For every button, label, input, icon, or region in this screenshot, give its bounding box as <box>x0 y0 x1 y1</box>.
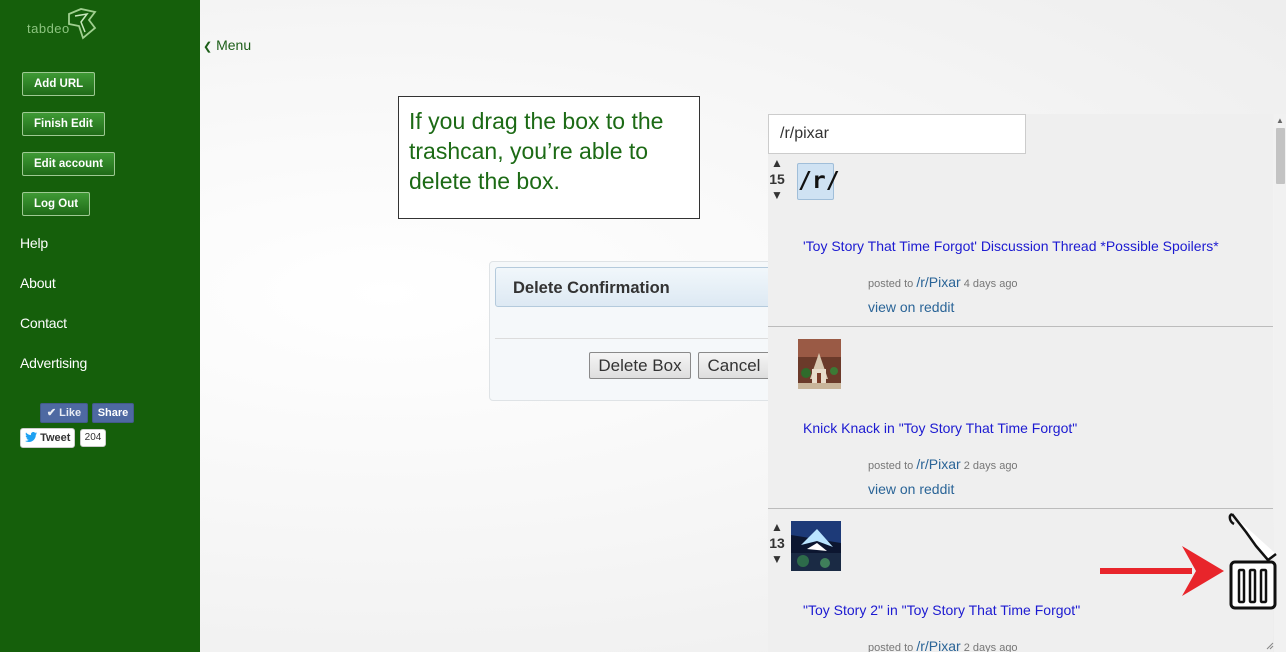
subreddit-link[interactable]: /r/Pixar <box>916 638 960 652</box>
post-title-link[interactable]: "Toy Story 2" in "Toy Story That Time Fo… <box>803 602 1080 618</box>
resize-handle-icon[interactable] <box>1264 640 1274 650</box>
menu-toggle[interactable]: ❮ Menu <box>203 37 251 53</box>
subreddit-link[interactable]: /r/Pixar <box>916 274 960 290</box>
post-score: 13 <box>769 535 785 551</box>
log-out-button[interactable]: Log Out <box>22 192 91 216</box>
knick-knack-thumbnail-icon <box>798 339 841 389</box>
trash-can-open-icon[interactable] <box>1226 512 1280 612</box>
post-score: 15 <box>769 171 785 187</box>
post-meta: posted to /r/Pixar 2 days ago <box>868 638 1018 652</box>
contact-link[interactable]: Contact <box>20 315 67 331</box>
meta-prefix: posted to <box>868 642 914 652</box>
finish-edit-button[interactable]: Finish Edit <box>22 112 105 136</box>
toy-story-2-thumbnail-icon <box>791 521 841 571</box>
help-link[interactable]: Help <box>20 235 48 251</box>
subreddit-thumbnail[interactable]: /r/ <box>797 163 840 200</box>
cancel-button[interactable]: Cancel <box>698 352 770 379</box>
edit-account-button[interactable]: Edit account <box>22 152 116 176</box>
advertising-link[interactable]: Advertising <box>20 355 87 371</box>
upvote-arrow-icon[interactable]: ▲ <box>768 156 786 170</box>
post-divider <box>768 326 1273 327</box>
meta-prefix: posted to <box>868 278 914 290</box>
post-divider <box>768 508 1273 509</box>
instruction-callout: If you drag the box to the trashcan, you… <box>398 96 700 219</box>
tweet-button[interactable]: Tweet <box>20 428 75 448</box>
logo-mark-icon <box>68 8 97 40</box>
dialog-divider <box>495 338 794 339</box>
facebook-like-button[interactable]: ✔ Like <box>40 403 88 423</box>
post-thumbnail[interactable] <box>791 521 841 571</box>
tabdeo-logo[interactable]: tabdeo <box>27 6 107 42</box>
post-age: 4 days ago <box>963 278 1018 290</box>
thumbs-up-icon: ✔ <box>46 407 57 419</box>
downvote-arrow-icon[interactable]: ▼ <box>768 552 786 566</box>
post-age: 2 days ago <box>963 460 1018 472</box>
subreddit-input[interactable] <box>768 114 1026 154</box>
dialog-header: Delete Confirmation <box>495 267 794 307</box>
post-age: 2 days ago <box>963 642 1018 652</box>
about-link[interactable]: About <box>20 275 56 291</box>
view-on-reddit-link[interactable]: view on reddit <box>868 481 954 497</box>
view-on-reddit-link[interactable]: view on reddit <box>868 299 954 315</box>
scroll-thumb[interactable] <box>1276 128 1285 184</box>
delete-confirmation-dialog: Delete Confirmation Delete Box Cancel <box>489 261 798 401</box>
vote-control: ▲ 15 ▼ <box>768 156 786 202</box>
like-label: Like <box>59 407 82 419</box>
twitter-bird-icon <box>25 432 37 442</box>
upvote-arrow-icon[interactable]: ▲ <box>768 520 786 534</box>
add-url-button[interactable]: Add URL <box>22 72 96 96</box>
logo-text: tabdeo <box>27 21 70 36</box>
sidebar: tabdeo Add URL Finish Edit Edit account … <box>0 0 200 652</box>
menu-label: Menu <box>216 37 252 53</box>
scroll-up-arrow-icon[interactable]: ▲ <box>1276 116 1284 125</box>
vote-control: ▲ 13 ▼ <box>768 520 786 566</box>
post-title-link[interactable]: 'Toy Story That Time Forgot' Discussion … <box>803 238 1219 254</box>
facebook-share-button[interactable]: Share <box>92 403 134 423</box>
post-meta: posted to /r/Pixar 2 days ago <box>868 456 1018 472</box>
post-title-link[interactable]: Knick Knack in "Toy Story That Time Forg… <box>803 420 1077 436</box>
tweet-label: Tweet <box>40 432 71 444</box>
delete-box-button[interactable]: Delete Box <box>589 352 691 379</box>
red-arrow-right-icon <box>1100 546 1224 596</box>
post-meta: posted to /r/Pixar 4 days ago <box>868 274 1018 290</box>
chevron-left-icon: ❮ <box>203 41 213 53</box>
post-thumbnail[interactable] <box>798 339 841 389</box>
tweet-count: 204 <box>80 429 106 447</box>
dialog-title: Delete Confirmation <box>513 279 670 297</box>
meta-prefix: posted to <box>868 460 914 472</box>
downvote-arrow-icon[interactable]: ▼ <box>768 188 786 202</box>
subreddit-link[interactable]: /r/Pixar <box>916 456 960 472</box>
